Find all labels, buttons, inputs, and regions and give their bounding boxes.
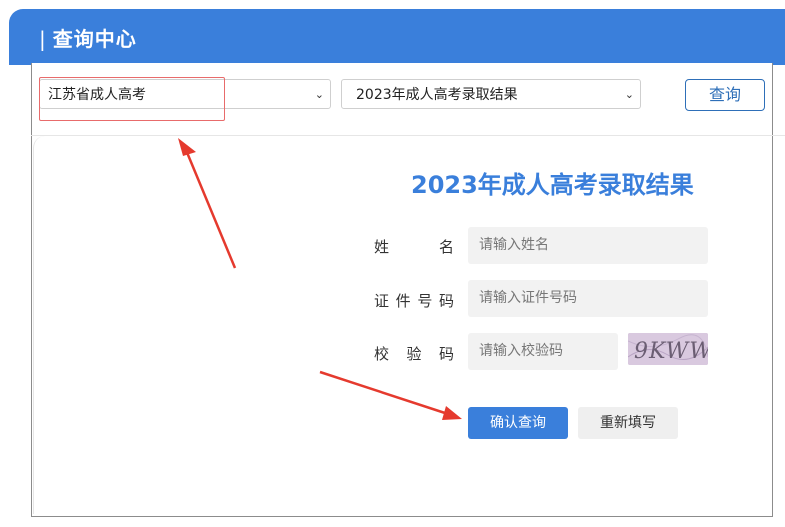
annotation-arrow-up: [178, 138, 237, 269]
annotation-arrows: [178, 138, 462, 420]
annotation-arrow-right: [319, 370, 462, 420]
